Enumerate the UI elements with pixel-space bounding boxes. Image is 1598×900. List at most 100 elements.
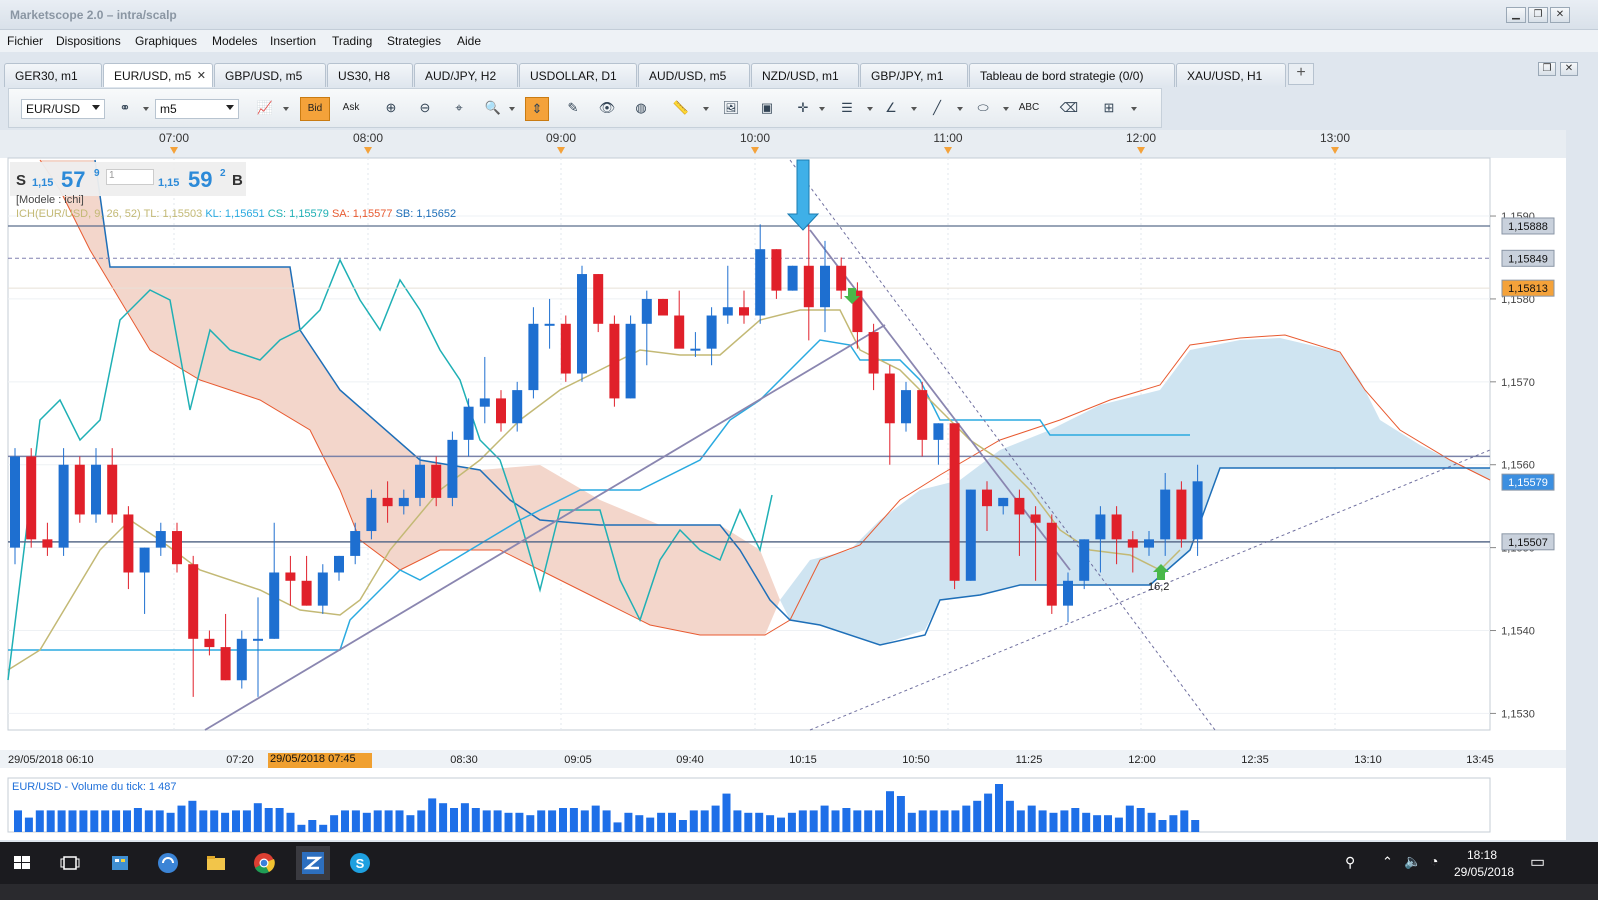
tab-ger30-m1[interactable]: GER30, m1 xyxy=(4,63,102,87)
clock-date[interactable]: 29/05/2018 xyxy=(1454,865,1514,879)
people-icon[interactable]: ⚲ xyxy=(1345,854,1355,871)
menu-graphiques[interactable]: Graphiques xyxy=(135,34,197,48)
buy-label[interactable]: B xyxy=(232,172,243,189)
minimize-button[interactable]: ▁ xyxy=(1506,7,1526,23)
tab-gbpjpy-m1[interactable]: GBP/JPY, m1 xyxy=(860,63,968,87)
tab-nzdusd-m1[interactable]: NZD/USD, m1 xyxy=(751,63,859,87)
close-chart-button[interactable]: ✕ xyxy=(1560,62,1578,76)
task-view-icon[interactable] xyxy=(56,849,84,877)
clock-time[interactable]: 18:18 xyxy=(1467,848,1497,862)
top-time-label: 08:00 xyxy=(353,131,383,145)
menu-aide[interactable]: Aide xyxy=(457,34,481,48)
menu-insertion[interactable]: Insertion xyxy=(270,34,316,48)
horizontal-lines-icon[interactable]: ☰ xyxy=(835,97,859,121)
skype-icon[interactable]: S xyxy=(346,849,374,877)
quick-trade-panel[interactable]: S 1,15 57 9 1 1,15 59 2 B xyxy=(10,162,246,196)
chrome-icon[interactable] xyxy=(250,849,278,877)
trendline-icon[interactable]: ╱ xyxy=(925,97,949,121)
restore-button[interactable]: ❐ xyxy=(1528,7,1548,23)
cursor-icon[interactable]: ⌖ xyxy=(447,97,471,121)
file-explorer-icon[interactable] xyxy=(202,849,230,877)
globe-icon[interactable]: ◍ xyxy=(629,97,653,121)
candle-body xyxy=(1095,514,1106,540)
data-window-icon[interactable]: 🔍 xyxy=(481,97,505,121)
volume-bar xyxy=(886,791,894,832)
menu-fichier[interactable]: Fichier xyxy=(7,34,43,48)
volume-bar xyxy=(722,793,731,832)
menu-dispositions[interactable]: Dispositions xyxy=(56,34,121,48)
timeframe-select[interactable]: m5 xyxy=(155,99,239,119)
zoom-in-icon[interactable]: ⊕ xyxy=(379,97,403,121)
sell-label[interactable]: S xyxy=(16,172,26,189)
tab-usdollar-d1[interactable]: USDOLLAR, D1 xyxy=(519,63,637,87)
zoom-out-icon[interactable]: ⊖ xyxy=(413,97,437,121)
ellipse-icon[interactable]: ⬭ xyxy=(971,97,995,121)
image-icon[interactable]: 🖼 xyxy=(719,97,743,121)
text-label-icon[interactable]: ABC xyxy=(1017,97,1041,121)
properties-icon[interactable]: ✎ xyxy=(561,97,585,121)
tab-xauusd-h1[interactable]: XAU/USD, H1 xyxy=(1176,63,1286,87)
ichimoku-tl: TL: 1,15503 xyxy=(143,208,203,220)
chevron-up-icon[interactable]: ⌃ xyxy=(1382,854,1393,870)
ruler-icon[interactable]: 📏 xyxy=(669,97,693,121)
objects-tree-icon[interactable]: ⊞ xyxy=(1097,97,1121,121)
candle-body xyxy=(236,638,247,681)
volume-bar xyxy=(842,808,851,832)
menu-trading[interactable]: Trading xyxy=(332,34,372,48)
candle-body xyxy=(123,514,134,573)
timeframe-value: m5 xyxy=(160,102,177,116)
volume-bar xyxy=(569,808,578,832)
candle-body xyxy=(625,323,636,399)
volume-bar xyxy=(700,810,709,832)
windows-start-icon[interactable] xyxy=(8,849,36,877)
crosshair-icon[interactable]: ✛ xyxy=(791,97,815,121)
tab-us30-h8[interactable]: US30, H8 xyxy=(327,63,413,87)
chart-type-icon[interactable]: 📈 xyxy=(253,97,277,121)
tab-label: AUD/JPY, H2 xyxy=(425,69,497,83)
restore-chart-button[interactable]: ❐ xyxy=(1538,62,1556,76)
buy-price[interactable]: 59 xyxy=(188,167,212,193)
eye-icon[interactable]: 👁 xyxy=(595,97,619,121)
candle-body xyxy=(836,265,847,291)
volume-bar xyxy=(482,810,491,832)
volume-bar xyxy=(896,796,905,832)
eraser-icon[interactable]: ⌫ xyxy=(1057,97,1081,121)
volume-bar xyxy=(559,808,567,832)
add-tab-button[interactable]: + xyxy=(1288,63,1314,85)
chart-area[interactable]: 07:00 08:00 09:00 10:00 11:00 12:00 13:00 1,15 9… xyxy=(0,130,1566,840)
ichimoku-legend[interactable]: ICH(EUR/USD, 9, 26, 52) TL: 1,15503 KL: … xyxy=(16,208,456,220)
screenshot-icon[interactable]: ▣ xyxy=(755,97,779,121)
quantity-input[interactable]: 1 xyxy=(106,169,154,185)
buy-pip: 2 xyxy=(220,168,226,179)
ask-button[interactable]: Ask xyxy=(336,97,366,121)
marketscope-app-icon[interactable] xyxy=(296,846,330,880)
wifi-icon[interactable]: ◔ xyxy=(1430,853,1438,869)
close-button[interactable]: ✕ xyxy=(1550,7,1570,23)
sell-pip: 9 xyxy=(94,168,100,179)
menu-modeles[interactable]: Modeles xyxy=(212,34,257,48)
tab-gbpusd-m5[interactable]: GBP/USD, m5 xyxy=(214,63,326,87)
calculator-app-icon[interactable] xyxy=(106,849,134,877)
price-tick-label: 1,1540 xyxy=(1501,626,1535,638)
price-chart[interactable]: 07:00 08:00 09:00 10:00 11:00 12:00 13:00 1,15 9… xyxy=(0,130,1566,840)
candle-body xyxy=(577,274,587,374)
volume-bar xyxy=(646,817,655,832)
autoscroll-icon[interactable]: ⇕ xyxy=(525,97,549,121)
ichimoku-name: ICH(EUR/USD, 9, 26, 52) xyxy=(16,208,141,220)
link-icon[interactable]: ⚭ xyxy=(113,97,137,121)
sync-app-icon[interactable] xyxy=(154,849,182,877)
volume-bar xyxy=(853,810,862,832)
fan-icon[interactable]: ∠ xyxy=(879,97,903,121)
tab-strategy-dashboard[interactable]: Tableau de bord strategie (0/0) xyxy=(969,63,1175,87)
tab-audusd-m5[interactable]: AUD/USD, m5 xyxy=(638,63,750,87)
symbol-select[interactable]: EUR/USD xyxy=(21,99,105,119)
sell-price[interactable]: 57 xyxy=(61,167,85,193)
menu-strategies[interactable]: Strategies xyxy=(387,34,441,48)
close-icon[interactable]: ✕ xyxy=(197,69,206,82)
tab-audjpy-h2[interactable]: AUD/JPY, H2 xyxy=(414,63,518,87)
tab-eurusd-m5[interactable]: EUR/USD, m5 ✕ xyxy=(103,63,213,87)
volume-bar xyxy=(635,815,644,832)
notification-icon[interactable]: ▭ xyxy=(1530,852,1545,872)
volume-icon[interactable]: 🔈 xyxy=(1404,853,1421,870)
bid-button[interactable]: Bid xyxy=(300,97,330,121)
